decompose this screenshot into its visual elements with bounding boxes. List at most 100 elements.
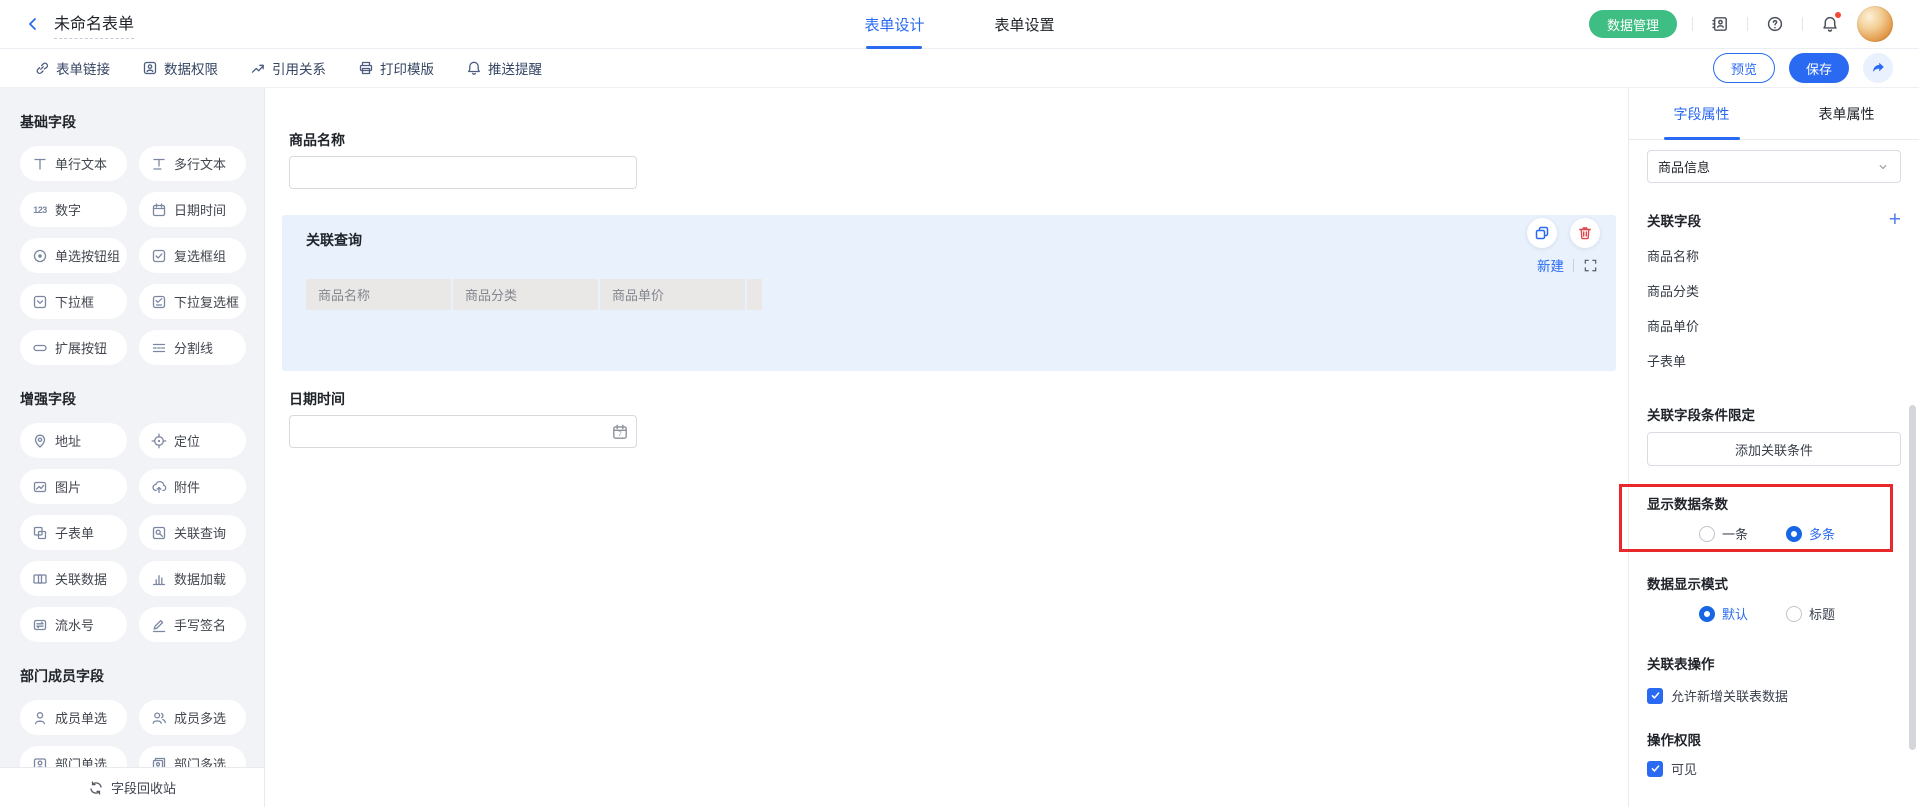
palette-item-serial-number[interactable]: 流水号 [20, 607, 127, 642]
trash-icon [1577, 225, 1593, 241]
palette-item-data-load[interactable]: 数据加载 [139, 561, 246, 596]
radio-title-mode[interactable]: 标题 [1786, 604, 1835, 623]
dropdown-icon [32, 294, 48, 310]
panel-scrollbar[interactable] [1909, 405, 1916, 750]
table-column-header-spacer [747, 279, 762, 310]
checkbox-checked-icon [1647, 688, 1663, 704]
copy-icon [1534, 225, 1550, 241]
signature-icon [151, 617, 167, 633]
form-toolbar: 表单链接 数据权限 引用关系 打印模版 推送提醒 预览 保存 [0, 49, 1919, 88]
palette-item-divider-line[interactable]: 分割线 [139, 330, 246, 365]
palette-item-image[interactable]: 图片 [20, 469, 127, 504]
related-field-item[interactable]: 商品分类 [1647, 281, 1901, 300]
locate-icon [151, 433, 167, 449]
palette-item-member-multi[interactable]: 成员多选 [139, 700, 246, 735]
field-label: 商品名称 [289, 130, 637, 150]
palette-item-extend-button[interactable]: 扩展按钮 [20, 330, 127, 365]
toolbar-reference-relations[interactable]: 引用关系 [250, 58, 326, 78]
tab-form-settings[interactable]: 表单设置 [995, 0, 1055, 49]
properties-panel: 字段属性 表单属性 商品信息 关联字段 + 商品名称 商品分类 商品单价 子表单… [1628, 88, 1919, 807]
table-column-header: 商品名称 [306, 279, 451, 310]
palette-item-multi-line-text[interactable]: 多行文本 [139, 146, 246, 181]
canvas-field-datetime[interactable]: 日期时间 7 [289, 389, 637, 448]
condition-title: 关联字段条件限定 [1647, 404, 1901, 424]
palette-item-datetime[interactable]: 日期时间 [139, 192, 246, 227]
palette-item-related-data[interactable]: 关联数据 [20, 561, 127, 596]
palette-item-member-single[interactable]: 成员单选 [20, 700, 127, 735]
palette-item-radio-group[interactable]: 单选按钮组 [20, 238, 127, 273]
multi-line-text-icon [151, 156, 167, 172]
radio-one-record[interactable]: 一条 [1699, 524, 1748, 543]
display-mode-title: 数据显示模式 [1647, 573, 1901, 593]
product-name-input[interactable] [289, 156, 637, 189]
tab-form-design[interactable]: 表单设计 [864, 0, 924, 49]
related-field-item[interactable]: 商品单价 [1647, 316, 1901, 335]
field-label: 日期时间 [289, 389, 637, 409]
linked-form-select[interactable]: 商品信息 [1647, 150, 1901, 183]
help-icon[interactable] [1763, 12, 1787, 36]
field-palette-sidebar: 基础字段 单行文本 多行文本 123数字 日期时间 单选按钮组 复选框组 下拉框… [0, 88, 265, 807]
address-icon [32, 433, 48, 449]
new-record-link[interactable]: 新建 [1537, 255, 1564, 275]
add-related-field-icon[interactable]: + [1889, 212, 1901, 228]
radio-icon [1786, 606, 1802, 622]
extend-button-icon [32, 340, 48, 356]
divider [1802, 17, 1803, 31]
palette-item-related-query[interactable]: 关联查询 [139, 515, 246, 550]
copy-field-button[interactable] [1527, 218, 1557, 248]
palette-item-dropdown-multi[interactable]: 下拉复选框 [139, 284, 246, 319]
related-field-item[interactable]: 商品名称 [1647, 246, 1901, 265]
field-recycle-bin[interactable]: 字段回收站 [0, 767, 264, 807]
checkbox-visible[interactable]: 可见 [1647, 759, 1901, 778]
tab-field-properties[interactable]: 字段属性 [1629, 88, 1774, 139]
palette-item-locate[interactable]: 定位 [139, 423, 246, 458]
palette-item-single-line-text[interactable]: 单行文本 [20, 146, 127, 181]
toolbar-print-template[interactable]: 打印模版 [358, 58, 434, 78]
image-icon [32, 479, 48, 495]
display-count-section: 显示数据条数 一条 多条 [1647, 493, 1901, 543]
radio-default-mode[interactable]: 默认 [1699, 604, 1748, 623]
divider [1573, 259, 1574, 272]
share-button[interactable] [1863, 53, 1893, 83]
radio-multiple-records[interactable]: 多条 [1786, 524, 1835, 543]
add-condition-button[interactable]: 添加关联条件 [1647, 432, 1901, 466]
datetime-input[interactable]: 7 [289, 415, 637, 448]
related-field-item[interactable]: 子表单 [1647, 351, 1901, 370]
form-title[interactable]: 未命名表单 [54, 10, 134, 39]
notification-bell-icon[interactable] [1818, 12, 1842, 36]
palette-item-attachment[interactable]: 附件 [139, 469, 246, 504]
radio-icon-selected [1699, 606, 1715, 622]
contacts-icon[interactable] [1708, 12, 1732, 36]
radio-icon-selected [1786, 526, 1802, 542]
divider [1692, 17, 1693, 31]
expand-icon[interactable] [1583, 258, 1598, 273]
display-count-title: 显示数据条数 [1647, 493, 1901, 513]
palette-item-signature[interactable]: 手写签名 [139, 607, 246, 642]
palette-item-number[interactable]: 123数字 [20, 192, 127, 227]
push-reminder-icon [466, 60, 482, 76]
table-column-header: 商品单价 [600, 279, 745, 310]
palette-item-checkbox-group[interactable]: 复选框组 [139, 238, 246, 273]
section-title-basic-fields: 基础字段 [20, 112, 246, 132]
preview-button[interactable]: 预览 [1713, 53, 1775, 83]
palette-item-subform[interactable]: 子表单 [20, 515, 127, 550]
toolbar-push-reminder[interactable]: 推送提醒 [466, 58, 542, 78]
palette-item-address[interactable]: 地址 [20, 423, 127, 458]
canvas-field-related-query-selected[interactable]: 关联查询 新建 商品名称 商品分类 商品单价 [282, 215, 1616, 371]
toolbar-data-permission[interactable]: 数据权限 [142, 58, 218, 78]
palette-item-dropdown[interactable]: 下拉框 [20, 284, 127, 319]
calendar-icon[interactable]: 7 [611, 423, 629, 441]
form-canvas[interactable]: 商品名称 关联查询 新建 商品名称 商品分类 商品单价 日期时间 7 [265, 88, 1628, 807]
number-icon: 123 [32, 205, 48, 215]
divider [1747, 17, 1748, 31]
avatar[interactable] [1857, 6, 1893, 42]
related-fields-title: 关联字段 [1647, 210, 1701, 230]
delete-field-button[interactable] [1570, 218, 1600, 248]
back-icon[interactable] [22, 13, 44, 35]
checkbox-allow-new-related-data[interactable]: 允许新增关联表数据 [1647, 686, 1901, 705]
tab-form-properties[interactable]: 表单属性 [1774, 88, 1919, 139]
toolbar-form-link[interactable]: 表单链接 [34, 58, 110, 78]
data-manage-button[interactable]: 数据管理 [1589, 10, 1677, 38]
save-button[interactable]: 保存 [1789, 53, 1849, 83]
canvas-field-product-name[interactable]: 商品名称 [289, 130, 637, 189]
